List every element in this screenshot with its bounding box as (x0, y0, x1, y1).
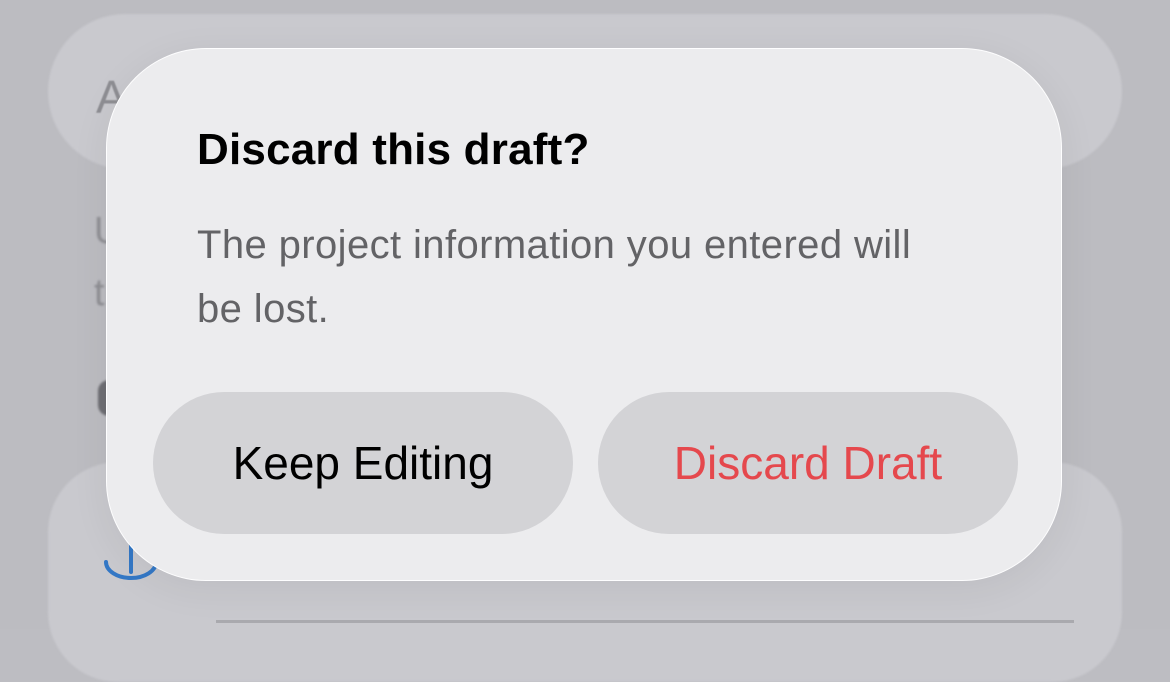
discard-draft-button[interactable]: Discard Draft (598, 392, 1018, 534)
alert-message: The project information you entered will… (197, 223, 912, 331)
alert-title: Discard this draft? (197, 125, 590, 174)
background-divider (216, 620, 1074, 623)
discard-draft-alert: Discard this draft? The project informat… (106, 48, 1062, 581)
alert-button-row: Keep Editing Discard Draft (153, 392, 1019, 534)
keep-editing-button[interactable]: Keep Editing (153, 392, 573, 534)
